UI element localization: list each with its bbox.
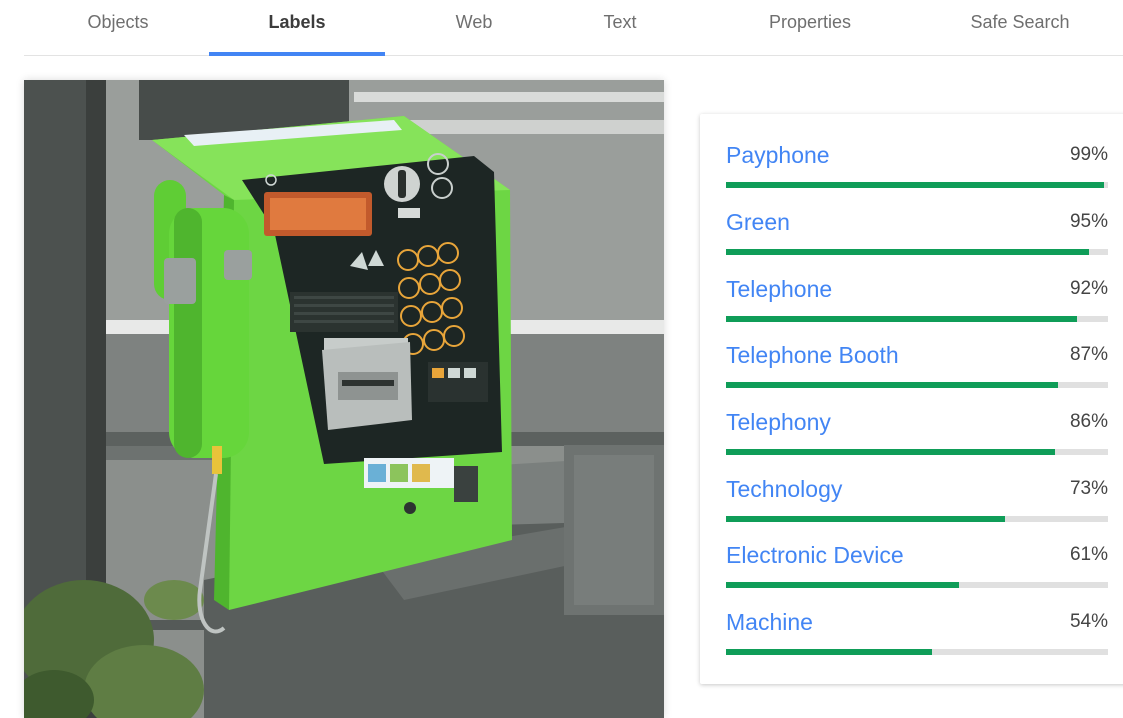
label-name[interactable]: Telephony	[726, 409, 831, 436]
label-row-green: Green 95%	[726, 185, 1108, 255]
label-row-technology: Technology 73%	[726, 452, 1108, 522]
confidence-bar-track	[726, 649, 1108, 655]
label-name[interactable]: Electronic Device	[726, 542, 904, 569]
tab-objects[interactable]: Objects	[58, 0, 178, 55]
label-row-machine: Machine 54%	[726, 585, 1108, 655]
label-row-electronic-device: Electronic Device 61%	[726, 518, 1108, 588]
analyzed-image	[24, 80, 664, 718]
confidence-bar-fill	[726, 649, 933, 655]
label-name[interactable]: Telephone	[726, 276, 832, 303]
label-score: 54%	[1069, 611, 1108, 632]
tab-text[interactable]: Text	[570, 0, 670, 55]
label-row-telephony: Telephony 86%	[726, 385, 1108, 455]
tab-bar: Objects Labels Web Text Properties Safe …	[24, 0, 1123, 56]
label-score: 95%	[1069, 211, 1108, 232]
label-name[interactable]: Technology	[726, 476, 842, 503]
label-score: 86%	[1069, 411, 1108, 432]
label-name[interactable]: Telephone Booth	[726, 342, 899, 369]
tab-web[interactable]: Web	[424, 0, 524, 55]
tab-safe-search[interactable]: Safe Search	[944, 0, 1096, 55]
label-score: 61%	[1069, 544, 1108, 565]
label-name[interactable]: Green	[726, 209, 790, 236]
tab-properties[interactable]: Properties	[740, 0, 880, 55]
label-name[interactable]: Machine	[726, 609, 813, 636]
tab-labels[interactable]: Labels	[209, 0, 385, 56]
label-score: 99%	[1069, 144, 1108, 165]
label-score: 87%	[1069, 344, 1108, 365]
label-row-payphone: Payphone 99%	[726, 118, 1108, 188]
label-row-telephone: Telephone 92%	[726, 252, 1108, 322]
label-score: 73%	[1069, 478, 1108, 499]
label-row-telephone-booth: Telephone Booth 87%	[726, 318, 1108, 388]
label-score: 92%	[1069, 278, 1108, 299]
payphone-photo	[24, 80, 664, 718]
label-name[interactable]: Payphone	[726, 142, 830, 169]
labels-card: Payphone 99% Green 95% Telephone 92% Tel…	[700, 114, 1123, 684]
